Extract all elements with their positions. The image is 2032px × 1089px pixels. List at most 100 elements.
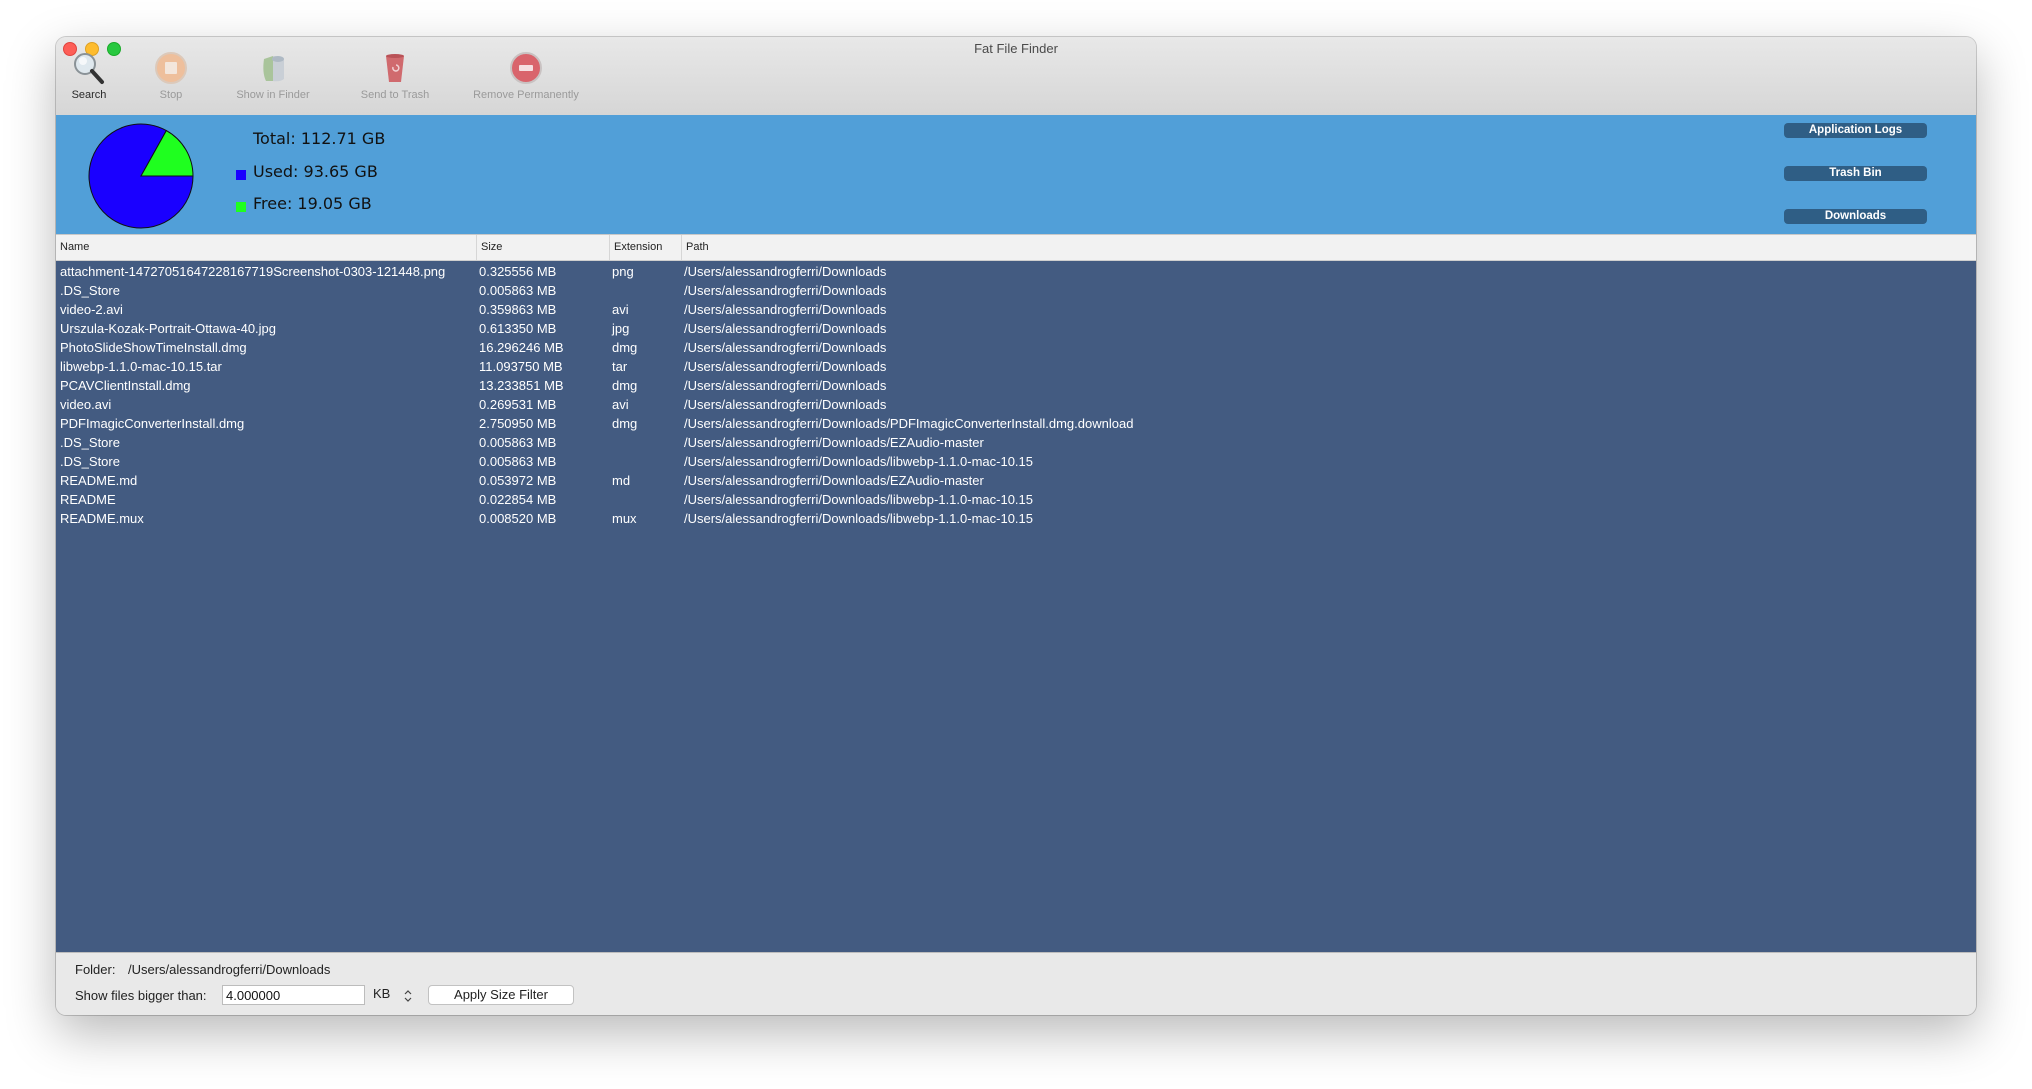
file-extension-cell: tar <box>612 359 628 374</box>
size-threshold-label: Show files bigger than: <box>75 988 207 1003</box>
file-path-cell: /Users/alessandrogferri/Downloads/libweb… <box>684 492 1034 507</box>
send-to-trash-label: Send to Trash <box>360 89 430 101</box>
send-to-trash-button[interactable]: Send to Trash <box>345 51 445 101</box>
size-threshold-input[interactable] <box>222 985 365 1005</box>
file-size-cell: 0.359863 MB <box>479 302 557 317</box>
file-name-cell: video-2.avi <box>60 302 123 317</box>
stop-label: Stop <box>159 89 183 101</box>
app-window: Fat File Finder Search Stop Show in Find… <box>56 37 1976 1015</box>
free-label: Free: 19.05 GB <box>253 194 372 213</box>
used-legend-swatch <box>236 170 246 180</box>
table-row[interactable]: .DS_Store 0.005863 MB/Users/alessandrogfe… <box>56 281 1976 300</box>
file-size-cell: 0.005863 MB <box>479 435 557 450</box>
file-path-cell: /Users/alessandrogferri/Downloads/libweb… <box>684 454 1034 469</box>
file-name-cell: attachment-14727051647228167719Screensho… <box>60 264 446 279</box>
size-unit-label: KB <box>373 986 391 1001</box>
file-name-cell: README.mux <box>60 511 144 526</box>
table-header: Name Size Extension Path <box>56 235 1976 261</box>
file-extension-cell: mux <box>612 511 637 526</box>
search-button[interactable]: Search <box>56 51 126 101</box>
file-size-cell: 0.008520 MB <box>479 511 557 526</box>
column-header-extension[interactable]: Extension <box>609 235 681 260</box>
footer-panel: Folder: /Users/alessandrogferri/Download… <box>56 952 1976 1015</box>
file-path-cell: /Users/alessandrogferri/Downloads/libweb… <box>684 511 1034 526</box>
application-logs-button[interactable]: Application Logs <box>1784 123 1927 138</box>
file-name-cell: README <box>60 492 116 507</box>
column-header-size[interactable]: Size <box>476 235 609 260</box>
file-size-cell: 11.093750 MB <box>479 359 563 374</box>
window-title: Fat File Finder <box>974 41 1058 56</box>
unit-stepper-icon[interactable] <box>403 987 413 1005</box>
file-extension-cell: md <box>612 473 631 488</box>
table-row[interactable]: Urszula-Kozak-Portrait-Ottawa-40.jpg 0.61… <box>56 319 1976 338</box>
table-row[interactable]: .DS_Store 0.005863 MB/Users/alessandrogfe… <box>56 452 1976 471</box>
file-name-cell: .DS_Store <box>60 283 120 298</box>
file-path-cell: /Users/alessandrogferri/Downloads/PDFIma… <box>684 416 1134 431</box>
free-legend-swatch <box>236 202 246 212</box>
file-size-cell: 0.053972 MB <box>479 473 557 488</box>
file-path-cell: /Users/alessandrogferri/Downloads <box>684 397 887 412</box>
file-size-cell: 0.269531 MB <box>479 397 557 412</box>
file-name-cell: PDFImagicConverterInstall.dmg <box>60 416 245 431</box>
folder-path: /Users/alessandrogferri/Downloads <box>128 962 331 977</box>
file-size-cell: 0.613350 MB <box>479 321 557 336</box>
table-row[interactable]: README.md 0.053972 MB md/Users/alessandrog… <box>56 471 1976 490</box>
total-label: Total: 112.71 GB <box>253 129 386 148</box>
table-row[interactable]: PhotoSlideShowTimeInstall.dmg 16.296246 M… <box>56 338 1976 357</box>
file-name-cell: .DS_Store <box>60 454 120 469</box>
file-path-cell: /Users/alessandrogferri/Downloads <box>684 359 887 374</box>
magnifier-icon <box>72 51 106 85</box>
downloads-button[interactable]: Downloads <box>1784 209 1927 224</box>
file-name-cell: PCAVClientInstall.dmg <box>60 378 191 393</box>
table-row[interactable]: README.mux 0.008520 MB mux/Users/alessandr… <box>56 509 1976 528</box>
trash-icon <box>378 51 412 85</box>
file-path-cell: /Users/alessandrogferri/Downloads/EZAudi… <box>684 473 984 488</box>
column-header-name[interactable]: Name <box>56 235 476 260</box>
table-row[interactable]: attachment-14727051647228167719Screensho… <box>56 262 1976 281</box>
file-size-cell: 0.005863 MB <box>479 454 557 469</box>
file-size-cell: 16.296246 MB <box>479 340 564 355</box>
apply-size-filter-button[interactable]: Apply Size Filter <box>428 985 574 1005</box>
column-header-path[interactable]: Path <box>681 235 1976 260</box>
file-extension-cell: dmg <box>612 416 638 431</box>
file-path-cell: /Users/alessandrogferri/Downloads <box>684 321 887 336</box>
used-label: Used: 93.65 GB <box>253 162 378 181</box>
file-table[interactable]: attachment-14727051647228167719Screensho… <box>56 261 1976 952</box>
finder-icon <box>256 51 290 85</box>
file-name-cell: PhotoSlideShowTimeInstall.dmg <box>60 340 247 355</box>
file-name-cell: README.md <box>60 473 138 488</box>
file-extension-cell: avi <box>612 302 629 317</box>
folder-label: Folder: <box>75 962 116 977</box>
show-in-finder-label: Show in Finder <box>236 89 310 101</box>
remove-permanently-label: Remove Permanently <box>473 89 579 101</box>
table-row[interactable]: PDFImagicConverterInstall.dmg 2.750950 MB… <box>56 414 1976 433</box>
file-extension-cell: avi <box>612 397 629 412</box>
disk-usage-panel: Total: 112.71 GB Used: 93.65 GB Free: 19… <box>56 115 1976 235</box>
file-name-cell: video.avi <box>60 397 112 412</box>
file-name-cell: .DS_Store <box>60 435 120 450</box>
title-toolbar: Fat File Finder Search Stop Show in Find… <box>56 37 1976 116</box>
table-row[interactable]: libwebp-1.1.0-mac-10.15.tar 11.093750 MB t… <box>56 357 1976 376</box>
file-size-cell: 2.750950 MB <box>479 416 557 431</box>
file-extension-cell: dmg <box>612 378 638 393</box>
file-extension-cell: png <box>612 264 634 279</box>
file-extension-cell: jpg <box>612 321 630 336</box>
remove-permanently-button[interactable]: Remove Permanently <box>466 51 586 101</box>
table-row[interactable]: video-2.avi 0.359863 MB avi/Users/alessand… <box>56 300 1976 319</box>
file-size-cell: 0.325556 MB <box>479 264 557 279</box>
file-size-cell: 13.233851 MB <box>479 378 564 393</box>
stop-button[interactable]: Stop <box>134 51 208 101</box>
file-path-cell: /Users/alessandrogferri/Downloads <box>684 264 887 279</box>
file-path-cell: /Users/alessandrogferri/Downloads/EZAudi… <box>684 435 984 450</box>
remove-icon <box>509 51 543 85</box>
table-row[interactable]: video.avi 0.269531 MB avi/Users/alessandro… <box>56 395 1976 414</box>
table-row[interactable]: PCAVClientInstall.dmg 13.233851 MB dmg/Use… <box>56 376 1976 395</box>
search-label: Search <box>71 89 107 101</box>
table-row[interactable]: README 0.022854 MB/Users/alessandrogferri… <box>56 490 1976 509</box>
table-row[interactable]: .DS_Store 0.005863 MB/Users/alessandrogfe… <box>56 433 1976 452</box>
stop-icon <box>154 51 188 85</box>
trash-bin-button[interactable]: Trash Bin <box>1784 166 1927 181</box>
file-path-cell: /Users/alessandrogferri/Downloads <box>684 283 887 298</box>
show-in-finder-button[interactable]: Show in Finder <box>218 51 328 101</box>
file-path-cell: /Users/alessandrogferri/Downloads <box>684 378 887 393</box>
